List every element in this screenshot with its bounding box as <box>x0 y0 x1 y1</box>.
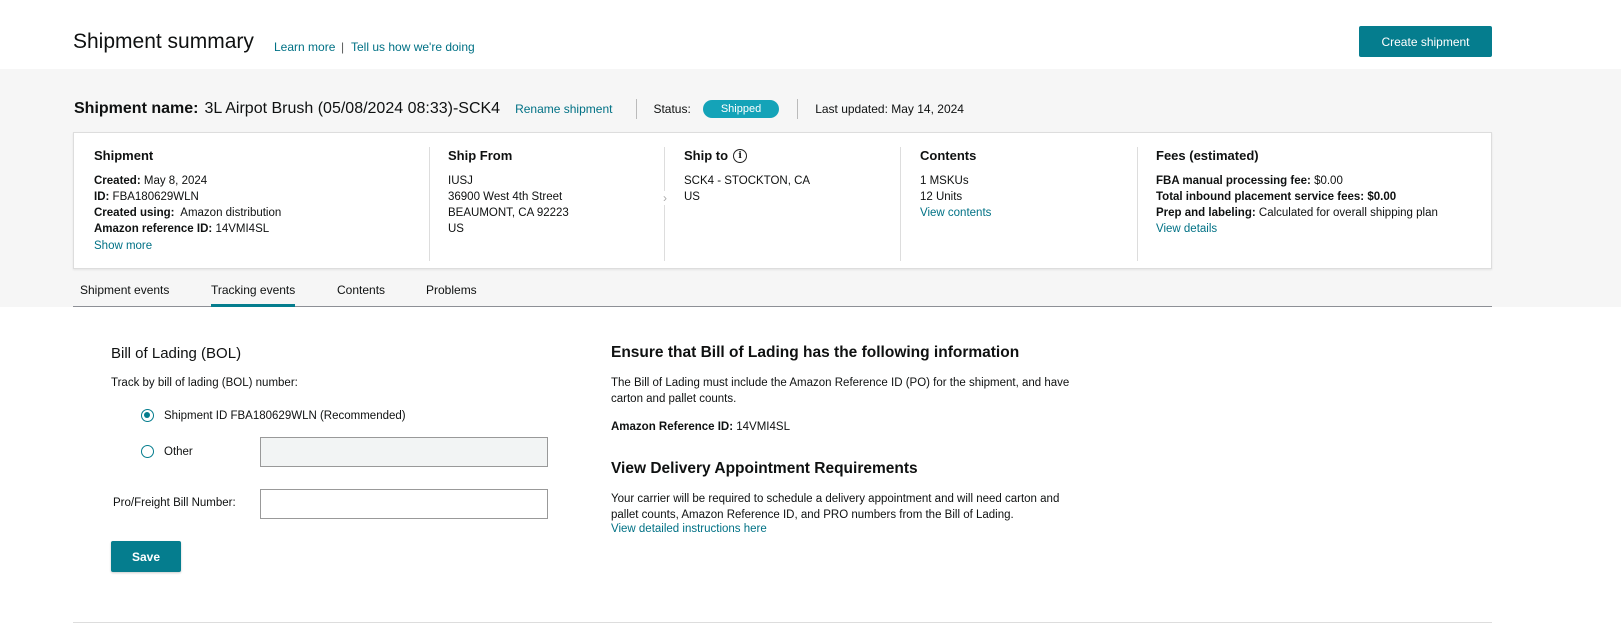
shipment-id-radio-label: Shipment ID FBA180629WLN (Recommended) <box>164 409 406 422</box>
shipment-name-row: Shipment name: 3L Airpot Brush (05/08/20… <box>74 97 964 121</box>
last-updated: Last updated: May 14, 2024 <box>815 102 964 116</box>
page-header: Shipment summary Learn more | Tell us ho… <box>0 0 1621 69</box>
bol-info-heading: Ensure that Bill of Lading has the follo… <box>611 344 1020 361</box>
shipment-name-label: Shipment name: <box>74 100 199 117</box>
ship-from-title: Ship From <box>448 148 513 163</box>
ship-to-line: SCK4 - STOCKTON, CA <box>684 175 811 187</box>
page-title: Shipment summary <box>73 30 254 53</box>
chevron-right-icon: › <box>661 191 669 205</box>
other-radio[interactable] <box>141 445 154 458</box>
divider <box>636 99 638 119</box>
contents-title: Contents <box>920 148 977 163</box>
shipment-id-radio[interactable] <box>141 409 154 422</box>
ship-from-line: 36900 West 4th Street <box>448 191 563 203</box>
other-radio-option[interactable]: Other <box>141 445 193 458</box>
amazon-reference-row: Amazon Reference ID: 14VMI4SL <box>611 421 790 433</box>
pro-freight-label: Pro/Freight Bill Number: <box>113 497 236 509</box>
tab-problems[interactable]: Problems <box>426 283 477 306</box>
shipment-column-title: Shipment <box>94 148 154 163</box>
shipment-column: Shipment Created: May 8, 2024 ID: FBA180… <box>94 147 281 254</box>
info-icon[interactable]: i <box>733 149 748 163</box>
link-separator: | <box>341 40 345 54</box>
show-more-link[interactable]: Show more <box>94 240 152 252</box>
prep-labeling-row: Prep and labeling: Calculated for overal… <box>1156 207 1438 219</box>
rename-shipment-link[interactable]: Rename shipment <box>515 102 612 116</box>
column-divider <box>429 147 430 261</box>
column-divider <box>1137 147 1138 261</box>
ship-to-column: Ship to i SCK4 - STOCKTON, CA US <box>684 147 810 205</box>
shipment-tabs: Shipment events Tracking events Contents… <box>73 283 1492 307</box>
pro-freight-input[interactable] <box>260 489 548 519</box>
view-contents-link[interactable]: View contents <box>920 207 991 219</box>
mskus-count: 1 MSKUs <box>920 175 969 187</box>
ship-to-heading: Ship to i <box>684 147 810 165</box>
contents-column: Contents 1 MSKUs 12 Units View contents <box>920 147 991 221</box>
ship-from-column: Ship From IUSJ 36900 West 4th Street BEA… <box>448 147 569 237</box>
tab-tracking-events[interactable]: Tracking events <box>211 283 296 307</box>
track-by-label: Track by bill of lading (BOL) number: <box>111 377 298 389</box>
feedback-link[interactable]: Tell us how we're doing <box>351 40 475 54</box>
ship-from-line: IUSJ <box>448 175 473 187</box>
fees-title: Fees (estimated) <box>1156 148 1259 163</box>
tab-contents[interactable]: Contents <box>337 283 385 306</box>
ship-from-line: US <box>448 223 464 235</box>
created-using-row: Created using: Amazon distribution <box>94 207 282 219</box>
fba-fee-row: FBA manual processing fee: $0.00 <box>1156 175 1343 187</box>
bol-info-panel: Ensure that Bill of Lading has the follo… <box>611 344 1071 535</box>
id-row: ID: FBA180629WLN <box>94 191 199 203</box>
shipment-info-card: Shipment Created: May 8, 2024 ID: FBA180… <box>73 132 1492 269</box>
status-badge: Shipped <box>702 100 780 118</box>
inbound-fee-row: Total inbound placement service fees: $0… <box>1156 191 1397 203</box>
other-bol-input[interactable] <box>260 437 548 467</box>
bottom-divider <box>73 622 1492 623</box>
save-button[interactable]: Save <box>111 541 181 572</box>
reference-id-row: Amazon reference ID: 14VMI4SL <box>94 223 270 235</box>
learn-more-link[interactable]: Learn more <box>274 40 335 54</box>
bol-section-title: Bill of Lading (BOL) <box>111 345 242 362</box>
tab-shipment-events[interactable]: Shipment events <box>80 283 169 306</box>
bol-info-text: The Bill of Lading must include the Amaz… <box>611 377 1070 405</box>
units-count: 12 Units <box>920 191 963 203</box>
created-row: Created: May 8, 2024 <box>94 175 208 187</box>
divider <box>797 99 799 119</box>
delivery-requirements-heading: View Delivery Appointment Requirements <box>611 460 918 477</box>
shipment-id-radio-option[interactable]: Shipment ID FBA180629WLN (Recommended) <box>141 409 406 422</box>
ship-to-title: Ship to <box>684 148 729 163</box>
create-shipment-button[interactable]: Create shipment <box>1359 26 1492 57</box>
status-label: Status: <box>653 102 691 116</box>
view-details-link[interactable]: View details <box>1156 223 1217 235</box>
delivery-requirements-text: Your carrier will be required to schedul… <box>611 493 1060 521</box>
fees-column: Fees (estimated) FBA manual processing f… <box>1156 147 1438 237</box>
shipment-name-value: 3L Airpot Brush (05/08/2024 08:33)-SCK4 <box>204 100 501 117</box>
detailed-instructions-link[interactable]: View detailed instructions here <box>611 523 767 535</box>
ship-to-line: US <box>684 191 700 203</box>
column-divider <box>900 147 901 261</box>
ship-from-line: BEAUMONT, CA 92223 <box>448 207 569 219</box>
other-radio-label: Other <box>164 445 193 458</box>
